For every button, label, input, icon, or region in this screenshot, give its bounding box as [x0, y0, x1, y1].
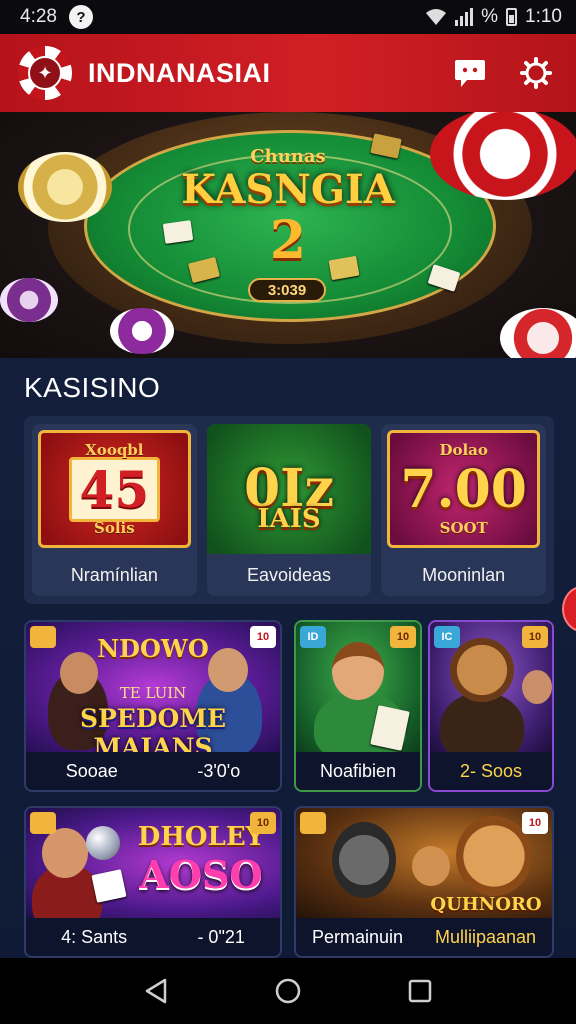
game-card-1-art: NDOWO TE LUIN SPEDOME MAIANS	[26, 622, 280, 752]
game-card-5-badge-left	[300, 812, 326, 834]
game-tile-2-label: Eavoideas	[246, 564, 332, 585]
game-card-1-badge-left	[30, 626, 56, 648]
game-card-1-left: Sooae	[65, 760, 118, 781]
boy-cards	[370, 705, 410, 751]
game-card-4-banner: AOSO	[139, 852, 263, 897]
orb	[86, 826, 120, 860]
tile-3-bottom: SOOT	[439, 519, 488, 537]
game-card-1[interactable]: NDOWO TE LUIN SPEDOME MAIANS 10 Sooae -3…	[24, 620, 282, 792]
game-card-4-left: 4: Sants	[61, 926, 128, 947]
app-title: INDNANASIAI	[88, 57, 271, 88]
chat-button[interactable]	[448, 51, 492, 95]
notification-icon: ?	[68, 5, 93, 29]
game-card-4-art: DHOLEY AOSO	[26, 808, 280, 918]
game-tile-3[interactable]: Dolao 7.00 SOOT Mooninlan	[381, 424, 547, 596]
game-card-1-footer: Sooae -3'0'o	[26, 752, 280, 790]
tile-2-bottom: IAIS	[257, 504, 321, 534]
hero-title: KASNGIA	[181, 166, 395, 213]
home-button[interactable]	[268, 971, 308, 1011]
game-tile-2-art: 0Iz IAIS	[206, 424, 372, 554]
game-card-3-badge-left: IC	[434, 626, 460, 648]
chip-bottom-right	[500, 308, 576, 358]
game-card-2-badge-left: ID	[300, 626, 326, 648]
game-tile-3-art: Dolao 7.00 SOOT	[387, 430, 541, 548]
game-card-1-title: NDOWO	[97, 634, 209, 663]
hero-subtitle: Chunas	[250, 146, 326, 167]
game-tile-1[interactable]: Xooqbl 45 Solis Nramínlian	[32, 424, 197, 596]
game-card-5-right: Mulliipaanan	[434, 926, 537, 947]
game-card-2[interactable]: ID 10 Noafibien	[294, 620, 422, 792]
dice	[91, 869, 127, 903]
top-games-row: Xooqbl 45 Solis Nramínlian 0Iz IAIS Eavo…	[24, 416, 554, 604]
wolf-head	[332, 822, 396, 898]
app-bar: ✦ INDNANASIAI	[0, 34, 576, 112]
wifi-icon	[426, 9, 447, 25]
game-tile-2[interactable]: 0Iz IAIS Eavoideas	[206, 424, 372, 596]
game-card-1-badge: 10	[250, 626, 276, 648]
game-card-1-subtitle: TE LUIN	[119, 684, 187, 702]
back-icon	[145, 978, 167, 1004]
chip-bottom-mid	[110, 308, 174, 354]
game-card-5-banner: QUHNORO	[430, 894, 542, 915]
game-card-2-badge-right: 10	[390, 626, 416, 648]
system-nav-bar	[0, 958, 576, 1024]
chip-bottom-left	[0, 278, 58, 322]
app-screen: 4:28 ? % 1:10 ✦ INDNANASIAI Chunas KASNG…	[0, 0, 576, 1024]
game-card-5-art: QUHNORO	[296, 808, 552, 918]
section-title: KASISINO	[24, 372, 161, 403]
back-button[interactable]	[136, 971, 176, 1011]
tile-3-top: Dolao	[439, 441, 488, 459]
game-card-5-footer: Permainuin Mulliipaanan	[296, 918, 552, 956]
hero-banner[interactable]: Chunas KASNGIA 2 3:039	[0, 112, 576, 358]
signal-icon	[455, 8, 474, 26]
game-card-4-badge-left	[30, 812, 56, 834]
hero-pill: 3:039	[248, 278, 326, 302]
recents-icon	[408, 979, 432, 1003]
game-card-5-left: Permainuin	[311, 926, 404, 947]
home-icon	[275, 978, 301, 1004]
hero-number: 2	[269, 210, 307, 271]
settings-button[interactable]	[514, 51, 558, 95]
game-card-1-banner: SPEDOME MAIANS	[79, 704, 227, 752]
status-bar: 4:28 ? % 1:10	[0, 0, 576, 34]
game-card-5-badge: 10	[522, 812, 548, 834]
cub-head	[412, 846, 450, 886]
game-tile-1-art: Xooqbl 45 Solis	[38, 430, 191, 548]
status-time: 4:28	[20, 6, 57, 27]
game-card-4-badge: 10	[250, 812, 276, 834]
status-time-right: 1:10	[525, 6, 562, 27]
status-percent: %	[481, 6, 499, 27]
settings-icon	[520, 57, 552, 89]
game-card-4-footer: 4: Sants - 0"21	[26, 918, 280, 956]
game-card-2-label: Noafibien	[319, 760, 397, 781]
game-card-5[interactable]: QUHNORO 10 Permainuin Mulliipaanan	[294, 806, 554, 958]
side-person-head	[522, 670, 552, 704]
battery-icon	[506, 8, 518, 26]
man-head-2	[42, 828, 88, 878]
game-card-3-label: 2- Soos	[459, 760, 523, 781]
tile-3-big: 7.00	[400, 458, 527, 520]
tile-1-top: Xooqbl	[85, 441, 144, 459]
game-card-1-right: -3'0'o	[197, 760, 241, 781]
game-tile-1-label: Nramínlian	[70, 564, 158, 585]
chat-icon	[455, 60, 485, 87]
game-card-3-footer: 2- Soos	[430, 752, 552, 790]
game-card-3[interactable]: IC 10 2- Soos	[428, 620, 554, 792]
tile-1-bottom: Solis	[93, 519, 135, 537]
side-tab-button[interactable]	[562, 586, 576, 632]
game-tile-3-label: Mooninlan	[422, 564, 506, 585]
game-card-4[interactable]: DHOLEY AOSO 10 4: Sants - 0"21	[24, 806, 282, 958]
boy-head	[332, 642, 384, 700]
lion-head	[450, 638, 514, 702]
game-card-2-footer: Noafibien	[296, 752, 420, 790]
recents-button[interactable]	[400, 971, 440, 1011]
tiger-head	[456, 816, 532, 896]
tile-1-big: 45	[68, 456, 161, 522]
game-card-4-right: - 0"21	[197, 926, 245, 947]
game-card-3-badge-right: 10	[522, 626, 548, 648]
shield-logo-icon[interactable]: ✦	[18, 46, 72, 100]
